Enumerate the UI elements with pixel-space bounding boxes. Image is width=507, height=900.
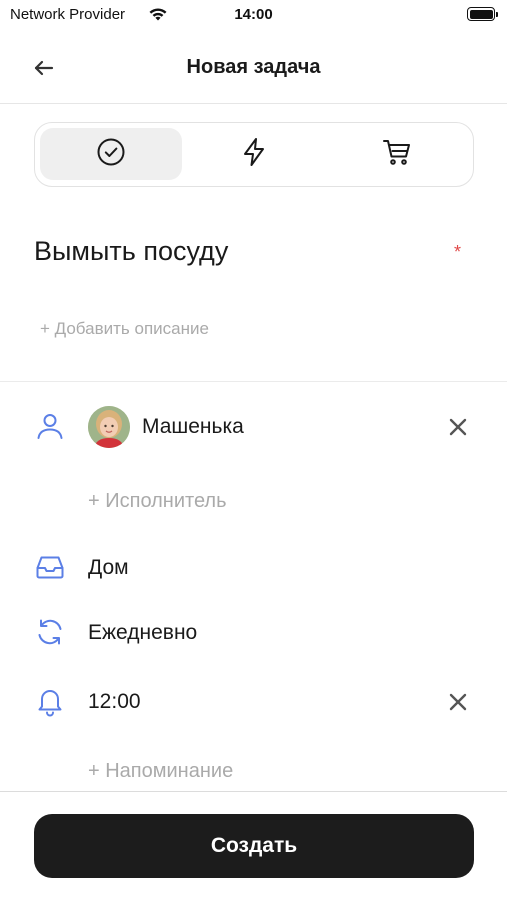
user-icon	[34, 410, 66, 442]
add-description-link[interactable]: + Добавить описание	[40, 319, 209, 339]
task-title-input[interactable]: Вымыть посуду	[34, 236, 228, 267]
status-time: 14:00	[234, 6, 273, 23]
add-assignee-link[interactable]: + Исполнитель	[88, 490, 227, 513]
battery-icon	[467, 7, 498, 21]
inbox-icon	[34, 551, 66, 583]
section-divider	[0, 381, 507, 382]
shopping-cart-icon	[381, 136, 413, 173]
nav-header: Новая задача	[0, 32, 507, 104]
refresh-icon	[34, 616, 66, 648]
category-label[interactable]: Дом	[88, 556, 129, 580]
remove-reminder-close-icon[interactable]	[444, 688, 472, 716]
page-title: Новая задача	[186, 56, 321, 78]
lightning-icon	[238, 136, 270, 173]
add-reminder-link[interactable]: + Напоминание	[88, 760, 233, 783]
type-tab-shopping[interactable]	[326, 128, 468, 180]
remove-assignee-close-icon[interactable]	[444, 413, 472, 441]
assignee-avatar	[88, 406, 130, 448]
create-button[interactable]: Создать	[34, 814, 474, 878]
bell-icon	[34, 685, 66, 717]
footer-divider	[0, 791, 507, 792]
check-circle-icon	[95, 136, 127, 173]
reminder-time[interactable]: 12:00	[88, 690, 141, 714]
task-type-switch	[34, 122, 474, 187]
status-bar: Network Provider 14:00	[0, 0, 507, 32]
repeat-label[interactable]: Ежедневно	[88, 621, 197, 645]
type-tab-event[interactable]	[183, 128, 325, 180]
required-mark: *	[454, 242, 462, 262]
assignee-name: Машенька	[142, 415, 244, 438]
type-tab-task[interactable]	[40, 128, 182, 180]
